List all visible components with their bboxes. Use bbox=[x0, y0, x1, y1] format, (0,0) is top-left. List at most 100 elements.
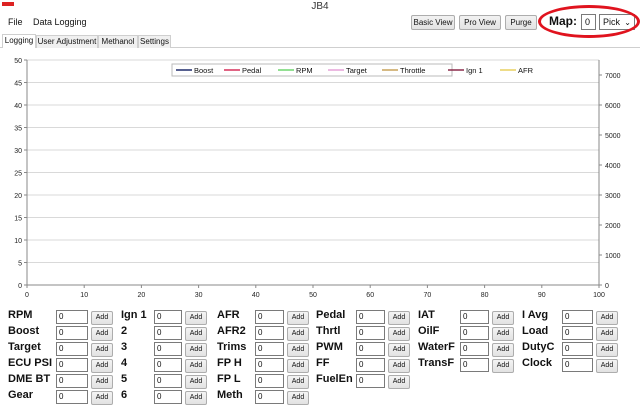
gauge-target-add-button[interactable]: Add bbox=[91, 343, 113, 357]
gauge-trims-add-button[interactable]: Add bbox=[287, 343, 309, 357]
gauge-fuelen-add-button[interactable]: Add bbox=[388, 375, 410, 389]
gauge-ign-2-value-field[interactable]: 0 bbox=[154, 326, 182, 340]
gauge-iat-add-button[interactable]: Add bbox=[492, 311, 514, 325]
gauge-rpm-value-field[interactable]: 0 bbox=[56, 310, 88, 324]
gauge-thrtl-add-button[interactable]: Add bbox=[388, 327, 410, 341]
x-tick-label: 80 bbox=[481, 292, 489, 299]
gauge-dutyc-value-field[interactable]: 0 bbox=[562, 342, 593, 356]
purge-button[interactable]: Purge bbox=[505, 15, 537, 30]
gauge-fp-l-value-field[interactable]: 0 bbox=[255, 374, 284, 388]
gauge-waterf-add-button[interactable]: Add bbox=[492, 343, 514, 357]
gauge-dme-bt-add-button[interactable]: Add bbox=[91, 375, 113, 389]
gauge-ecu-psi-add-button[interactable]: Add bbox=[91, 359, 113, 373]
gauge-iat-value-field[interactable]: 0 bbox=[460, 310, 489, 324]
gauge-i-avg-add-button[interactable]: Add bbox=[596, 311, 618, 325]
gauge-load-value-field[interactable]: 0 bbox=[562, 326, 593, 340]
menu-file[interactable]: File bbox=[8, 17, 23, 27]
gauge-clock-add-button[interactable]: Add bbox=[596, 359, 618, 373]
gauge-dme-bt-value-field[interactable]: 0 bbox=[56, 374, 88, 388]
y-left-tick-label: 20 bbox=[14, 193, 22, 200]
gauge-pedal-add-button[interactable]: Add bbox=[388, 311, 410, 325]
legend-label: Ign 1 bbox=[466, 66, 483, 75]
gauge-waterf-value-field[interactable]: 0 bbox=[460, 342, 489, 356]
y-right-tick-label: 5000 bbox=[605, 133, 621, 140]
gauge-pwm-add-button[interactable]: Add bbox=[388, 343, 410, 357]
gauge-i-avg-label: I Avg bbox=[522, 309, 549, 321]
gauge-waterf-label: WaterF bbox=[418, 341, 455, 353]
gauge-afr2-add-button[interactable]: Add bbox=[287, 327, 309, 341]
gauge-transf-value-field[interactable]: 0 bbox=[460, 358, 489, 372]
gauge-afr2-value-field[interactable]: 0 bbox=[255, 326, 284, 340]
gauge-fp-l-add-button[interactable]: Add bbox=[287, 375, 309, 389]
gauge-ign-1-value-field[interactable]: 0 bbox=[154, 310, 182, 324]
gauge-ecu-psi-value-field[interactable]: 0 bbox=[56, 358, 88, 372]
gauge-fuelen-value-field[interactable]: 0 bbox=[356, 374, 385, 388]
gauge-afr-value-field[interactable]: 0 bbox=[255, 310, 284, 324]
x-tick-label: 70 bbox=[424, 292, 432, 299]
y-left-tick-label: 0 bbox=[18, 283, 22, 290]
gauge-ign-6-add-button[interactable]: Add bbox=[185, 391, 207, 405]
gauge-i-avg-value-field[interactable]: 0 bbox=[562, 310, 593, 324]
gauge-fuelen-label: FuelEn bbox=[316, 373, 353, 385]
gauge-ign-5-value-field[interactable]: 0 bbox=[154, 374, 182, 388]
gauge-ign-4-value-field[interactable]: 0 bbox=[154, 358, 182, 372]
x-tick-label: 0 bbox=[25, 292, 29, 299]
legend-label: RPM bbox=[296, 66, 313, 75]
x-tick-label: 10 bbox=[80, 292, 88, 299]
gauge-load-add-button[interactable]: Add bbox=[596, 327, 618, 341]
map-number-field[interactable]: 0 bbox=[581, 14, 596, 30]
gauge-ff-add-button[interactable]: Add bbox=[388, 359, 410, 373]
map-pick-value: Pick bbox=[603, 17, 621, 27]
gauge-oilf-value-field[interactable]: 0 bbox=[460, 326, 489, 340]
gauge-thrtl-value-field[interactable]: 0 bbox=[356, 326, 385, 340]
gauge-gear-value-field[interactable]: 0 bbox=[56, 390, 88, 404]
gauge-transf-label: TransF bbox=[418, 357, 455, 369]
gauge-pedal-value-field[interactable]: 0 bbox=[356, 310, 385, 324]
gauge-target-value-field[interactable]: 0 bbox=[56, 342, 88, 356]
gauge-pwm-value-field[interactable]: 0 bbox=[356, 342, 385, 356]
gauge-clock-value-field[interactable]: 0 bbox=[562, 358, 593, 372]
gauge-rpm-add-button[interactable]: Add bbox=[91, 311, 113, 325]
gauge-meth-add-button[interactable]: Add bbox=[287, 391, 309, 405]
gauge-meth-value-field[interactable]: 0 bbox=[255, 390, 284, 404]
gauge-ign-6-value-field[interactable]: 0 bbox=[154, 390, 182, 404]
gauge-ign-1-add-button[interactable]: Add bbox=[185, 311, 207, 325]
menu-bar: File Data Logging bbox=[0, 12, 640, 32]
gauge-gear-add-button[interactable]: Add bbox=[91, 391, 113, 405]
x-tick-label: 20 bbox=[138, 292, 146, 299]
gauge-ign-2-add-button[interactable]: Add bbox=[185, 327, 207, 341]
menu-data-logging[interactable]: Data Logging bbox=[33, 17, 87, 27]
gauge-afr-add-button[interactable]: Add bbox=[287, 311, 309, 325]
gauge-dutyc-add-button[interactable]: Add bbox=[596, 343, 618, 357]
map-pick-dropdown[interactable]: Pick ⌄ bbox=[599, 14, 635, 30]
tab-user-adjustment[interactable]: User Adjustment bbox=[36, 35, 98, 48]
gauge-boost-add-button[interactable]: Add bbox=[91, 327, 113, 341]
legend-label: Pedal bbox=[242, 66, 262, 75]
pro-view-button[interactable]: Pro View bbox=[459, 15, 501, 30]
basic-view-button[interactable]: Basic View bbox=[411, 15, 455, 30]
gauge-fp-h-label: FP H bbox=[217, 357, 242, 369]
y-left-tick-label: 45 bbox=[14, 81, 22, 88]
y-left-tick-label: 15 bbox=[14, 216, 22, 223]
gauge-ign-4-add-button[interactable]: Add bbox=[185, 359, 207, 373]
gauge-afr-label: AFR bbox=[217, 309, 240, 321]
gauge-ign-4-label: 4 bbox=[121, 357, 128, 369]
tab-logging[interactable]: Logging bbox=[2, 34, 36, 48]
gauge-ign-5-add-button[interactable]: Add bbox=[185, 375, 207, 389]
gauge-ign-3-add-button[interactable]: Add bbox=[185, 343, 207, 357]
gauge-oilf-add-button[interactable]: Add bbox=[492, 327, 514, 341]
tab-settings[interactable]: Settings bbox=[138, 35, 171, 48]
gauge-ff-value-field[interactable]: 0 bbox=[356, 358, 385, 372]
gauge-fp-h-value-field[interactable]: 0 bbox=[255, 358, 284, 372]
y-left-tick-label: 5 bbox=[18, 261, 22, 268]
gauge-ign-5-label: 5 bbox=[121, 373, 128, 385]
tab-methanol[interactable]: Methanol bbox=[98, 35, 138, 48]
gauge-trims-value-field[interactable]: 0 bbox=[255, 342, 284, 356]
gauge-fp-h-add-button[interactable]: Add bbox=[287, 359, 309, 373]
y-right-tick-label: 1000 bbox=[605, 253, 621, 260]
legend-label: AFR bbox=[518, 66, 534, 75]
x-tick-label: 30 bbox=[195, 292, 203, 299]
gauge-transf-add-button[interactable]: Add bbox=[492, 359, 514, 373]
gauge-ign-3-value-field[interactable]: 0 bbox=[154, 342, 182, 356]
gauge-boost-value-field[interactable]: 0 bbox=[56, 326, 88, 340]
